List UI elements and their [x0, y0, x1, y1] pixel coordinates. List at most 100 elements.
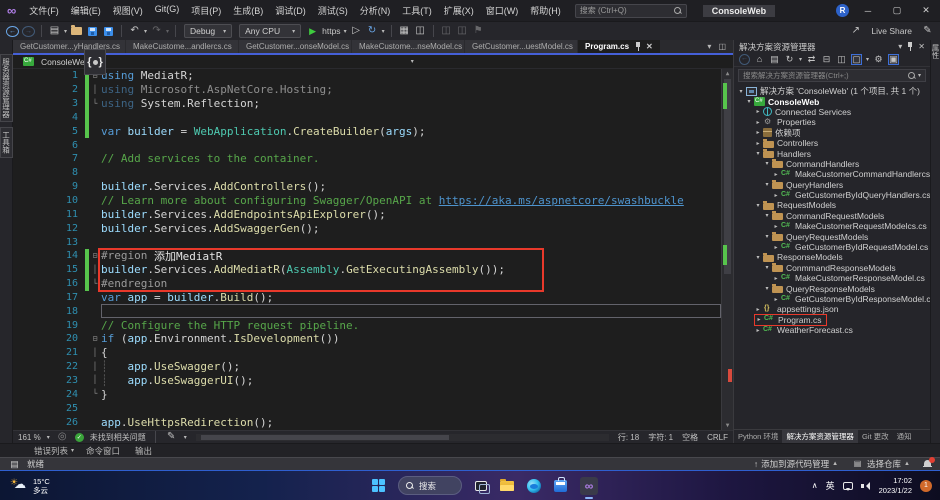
- vertical-scrollbar[interactable]: ▲ ▼: [721, 69, 733, 430]
- hot-reload-icon[interactable]: [366, 26, 379, 36]
- document-tab[interactable]: Program.cs ✕: [578, 40, 660, 53]
- menu-item[interactable]: 视图(V): [107, 4, 149, 17]
- code-line[interactable]: 14 ⊟ #region 添加MediatR: [13, 248, 721, 263]
- tree-expander-icon[interactable]: ▾: [763, 160, 771, 167]
- tree-expander-icon[interactable]: ▸: [772, 223, 780, 230]
- user-avatar[interactable]: R: [836, 4, 849, 17]
- code-cleanup-icon[interactable]: [165, 432, 178, 442]
- code-line[interactable]: 24 └ }: [13, 387, 721, 401]
- redo-icon[interactable]: [150, 26, 163, 36]
- menu-item[interactable]: Git(G): [149, 4, 186, 17]
- zoom-caret-icon[interactable]: ▾: [47, 434, 50, 441]
- clock[interactable]: 17:02 2023/1/22: [879, 476, 912, 495]
- code-line[interactable]: 10 // Learn more about configuring Swagg…: [13, 194, 721, 208]
- edge-browser-button[interactable]: [527, 478, 541, 493]
- tree-item[interactable]: ▸ GetCustomerByIdQueryHandlers.cs: [734, 190, 930, 200]
- menu-item[interactable]: 文件(F): [23, 4, 65, 17]
- code-line[interactable]: 16 └ #endregion: [13, 276, 721, 291]
- code-line[interactable]: 11 builder. Services. AddEndpointsApiExplo…: [13, 207, 721, 221]
- tree-item[interactable]: ▸ Controllers: [734, 138, 930, 148]
- fold-marker[interactable]: └: [89, 390, 101, 398]
- code-line[interactable]: 12 builder. Services. AddSwaggerGen ();: [13, 221, 721, 235]
- home-icon[interactable]: [754, 55, 765, 64]
- tree-item[interactable]: ▸ 依赖项: [734, 128, 930, 138]
- build-icon[interactable]: [398, 26, 411, 36]
- menu-item[interactable]: 帮助(H): [524, 4, 567, 17]
- fold-marker[interactable]: │: [89, 362, 101, 371]
- tree-item[interactable]: ▸ Connected Services: [734, 107, 930, 117]
- menu-item[interactable]: 测试(S): [312, 4, 354, 17]
- file-explorer-button[interactable]: [500, 478, 514, 491]
- speaker-icon[interactable]: [860, 481, 871, 490]
- tool-icon-2[interactable]: [456, 26, 469, 36]
- properties-icon[interactable]: [836, 55, 847, 64]
- tree-expander-icon[interactable]: ▾: [763, 285, 771, 292]
- tree-expander-icon[interactable]: ▸: [772, 296, 780, 303]
- tree-expander-icon[interactable]: ▸: [772, 275, 780, 282]
- tree-item[interactable]: ▸ GetCustomerByIdRequestModel.cs: [734, 242, 930, 252]
- settings-icon[interactable]: [873, 55, 884, 64]
- tree-expander-icon[interactable]: ▾: [754, 150, 762, 157]
- tree-item[interactable]: ▾ QueryHandlers: [734, 180, 930, 190]
- tree-expander-icon[interactable]: ▾: [763, 212, 771, 219]
- document-tab[interactable]: GetCustomer...uestModel.cs ✕: [465, 40, 577, 53]
- tab-list-dropdown-icon[interactable]: ▾: [707, 42, 711, 51]
- code-line[interactable]: 18: [13, 304, 721, 319]
- live-share-label[interactable]: Live Share: [871, 26, 912, 36]
- tree-item[interactable]: ▸ MakeCustomerCommandHandlercs.cs: [734, 169, 930, 179]
- tool-window-tab[interactable]: Git 更改: [858, 430, 893, 443]
- tree-expander-icon[interactable]: ▾: [737, 88, 745, 95]
- line-indicator[interactable]: 行: 18: [618, 432, 639, 443]
- tree-expander-icon[interactable]: ▾: [754, 202, 762, 209]
- menu-item[interactable]: 生成(B): [227, 4, 269, 17]
- code-line[interactable]: 13: [13, 235, 721, 249]
- nav-dropdown-icon[interactable]: ▾: [411, 58, 414, 65]
- tree-item[interactable]: ▾ ConsoleWeb: [734, 96, 930, 107]
- fold-marker[interactable]: ⊟: [89, 251, 101, 260]
- start-button[interactable]: [372, 479, 385, 492]
- tool-icon-1[interactable]: [440, 26, 453, 36]
- tree-item[interactable]: ▾ CommandRequestModels: [734, 211, 930, 221]
- project-dropdown[interactable]: ConsoleWeb: [41, 57, 90, 67]
- code-editor[interactable]: 1 ⊟ using MediatR; 2 │ using Microsoft.A…: [13, 69, 733, 430]
- code-line[interactable]: 21 │ {: [13, 346, 721, 360]
- fold-marker[interactable]: │: [89, 85, 101, 94]
- close-panel-icon[interactable]: ✕: [918, 42, 925, 51]
- save-all-icon[interactable]: [102, 26, 115, 36]
- tree-item[interactable]: ▸ Properties: [734, 117, 930, 128]
- navigate-back-icon[interactable]: [6, 25, 19, 37]
- menu-item[interactable]: 窗口(W): [480, 4, 525, 17]
- collapse-all-icon[interactable]: [821, 55, 832, 64]
- menu-item[interactable]: 调试(D): [269, 4, 312, 17]
- select-repository-button[interactable]: 选择仓库 ▲: [851, 458, 910, 470]
- tree-item[interactable]: ▸ Program.cs: [734, 313, 930, 326]
- right-vertical-tab[interactable]: 属性: [930, 44, 940, 443]
- braces-widget[interactable]: {}: [84, 49, 106, 75]
- tree-item[interactable]: ▸ appsettings.json: [734, 304, 930, 314]
- tree-item[interactable]: ▾ QueryRequestModels: [734, 231, 930, 242]
- auto-hide-pin-icon[interactable]: [907, 42, 913, 51]
- visual-studio-taskbar-button[interactable]: ∞: [580, 476, 598, 499]
- minimize-button[interactable]: ─: [858, 6, 878, 16]
- tree-expander-icon[interactable]: ▾: [763, 264, 771, 271]
- undo-icon[interactable]: [128, 26, 141, 36]
- start-without-debug-icon[interactable]: ▷: [350, 26, 363, 36]
- bookmark-icon[interactable]: [472, 26, 485, 36]
- code-line[interactable]: 7 // Add services to the container.: [13, 152, 721, 166]
- menu-item[interactable]: 分析(N): [354, 4, 397, 17]
- input-method-indicator[interactable]: 英: [826, 479, 835, 492]
- add-to-source-control-button[interactable]: ↑ 添加到源代码管理 ▲: [754, 458, 838, 470]
- new-item-icon[interactable]: [48, 26, 61, 36]
- window-position-icon[interactable]: ▾: [898, 42, 902, 51]
- code-line[interactable]: 4: [13, 110, 721, 125]
- quick-search-box[interactable]: 搜索 (Ctrl+Q): [574, 3, 687, 18]
- code-line[interactable]: 5 var builder = WebApplication. CreateBui…: [13, 124, 721, 139]
- tree-expander-icon[interactable]: ▾: [763, 233, 771, 240]
- notification-count-badge[interactable]: 1: [920, 479, 932, 492]
- fold-marker[interactable]: │: [89, 376, 101, 384]
- code-line[interactable]: 2 │ using Microsoft.AspNetCore.Hosting;: [13, 82, 721, 97]
- pending-changes-filter-icon[interactable]: [806, 55, 817, 64]
- run-profile-label[interactable]: https: [322, 26, 340, 36]
- horizontal-scrollbar[interactable]: [195, 433, 609, 441]
- taskbar-search[interactable]: 搜索: [398, 476, 462, 495]
